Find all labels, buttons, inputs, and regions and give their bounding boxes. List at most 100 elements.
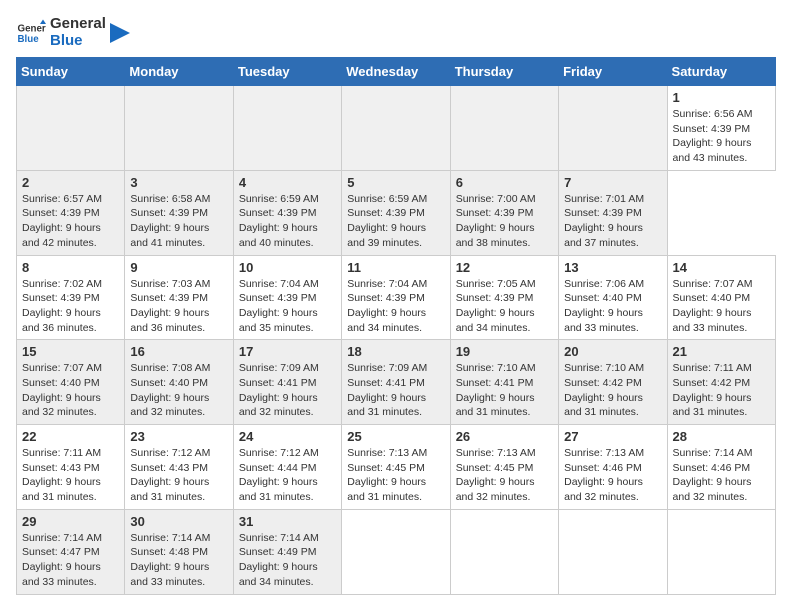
- day-info: Sunrise: 6:59 AMSunset: 4:39 PMDaylight:…: [347, 192, 444, 251]
- day-number: 24: [239, 429, 336, 444]
- day-info: Sunrise: 6:56 AMSunset: 4:39 PMDaylight:…: [673, 107, 770, 166]
- day-number: 4: [239, 175, 336, 190]
- calendar-cell: 6 Sunrise: 7:00 AMSunset: 4:39 PMDayligh…: [450, 170, 558, 255]
- day-info: Sunrise: 7:03 AMSunset: 4:39 PMDaylight:…: [130, 277, 227, 336]
- weekday-header-friday: Friday: [559, 58, 667, 86]
- calendar-cell: 21 Sunrise: 7:11 AMSunset: 4:42 PMDaylig…: [667, 340, 775, 425]
- calendar-cell: 17 Sunrise: 7:09 AMSunset: 4:41 PMDaylig…: [233, 340, 341, 425]
- day-number: 21: [673, 344, 770, 359]
- day-number: 26: [456, 429, 553, 444]
- calendar-cell: [450, 509, 558, 594]
- calendar-week-row: 29 Sunrise: 7:14 AMSunset: 4:47 PMDaylig…: [17, 509, 776, 594]
- calendar-cell: 20 Sunrise: 7:10 AMSunset: 4:42 PMDaylig…: [559, 340, 667, 425]
- day-number: 29: [22, 514, 119, 529]
- day-info: Sunrise: 6:59 AMSunset: 4:39 PMDaylight:…: [239, 192, 336, 251]
- calendar-cell: [667, 509, 775, 594]
- calendar-week-row: 2 Sunrise: 6:57 AMSunset: 4:39 PMDayligh…: [17, 170, 776, 255]
- calendar-cell: 2 Sunrise: 6:57 AMSunset: 4:39 PMDayligh…: [17, 170, 125, 255]
- day-number: 19: [456, 344, 553, 359]
- day-number: 17: [239, 344, 336, 359]
- day-number: 9: [130, 260, 227, 275]
- calendar-cell: 24 Sunrise: 7:12 AMSunset: 4:44 PMDaylig…: [233, 425, 341, 510]
- calendar-cell: 14 Sunrise: 7:07 AMSunset: 4:40 PMDaylig…: [667, 255, 775, 340]
- calendar-header: SundayMondayTuesdayWednesdayThursdayFrid…: [17, 58, 776, 86]
- weekday-header-sunday: Sunday: [17, 58, 125, 86]
- svg-text:Blue: Blue: [18, 34, 40, 45]
- logo: General Blue General Blue: [16, 16, 130, 49]
- calendar-cell: 22 Sunrise: 7:11 AMSunset: 4:43 PMDaylig…: [17, 425, 125, 510]
- day-number: 31: [239, 514, 336, 529]
- weekday-header-wednesday: Wednesday: [342, 58, 450, 86]
- day-info: Sunrise: 7:01 AMSunset: 4:39 PMDaylight:…: [564, 192, 661, 251]
- calendar-cell: 30 Sunrise: 7:14 AMSunset: 4:48 PMDaylig…: [125, 509, 233, 594]
- day-number: 13: [564, 260, 661, 275]
- day-number: 23: [130, 429, 227, 444]
- day-info: Sunrise: 7:14 AMSunset: 4:48 PMDaylight:…: [130, 531, 227, 590]
- weekday-header-thursday: Thursday: [450, 58, 558, 86]
- day-info: Sunrise: 7:07 AMSunset: 4:40 PMDaylight:…: [22, 361, 119, 420]
- day-info: Sunrise: 7:08 AMSunset: 4:40 PMDaylight:…: [130, 361, 227, 420]
- day-number: 16: [130, 344, 227, 359]
- calendar-cell: 26 Sunrise: 7:13 AMSunset: 4:45 PMDaylig…: [450, 425, 558, 510]
- day-number: 10: [239, 260, 336, 275]
- day-number: 30: [130, 514, 227, 529]
- day-info: Sunrise: 7:09 AMSunset: 4:41 PMDaylight:…: [239, 361, 336, 420]
- calendar-cell: 3 Sunrise: 6:58 AMSunset: 4:39 PMDayligh…: [125, 170, 233, 255]
- calendar-cell: 11 Sunrise: 7:04 AMSunset: 4:39 PMDaylig…: [342, 255, 450, 340]
- day-info: Sunrise: 7:10 AMSunset: 4:42 PMDaylight:…: [564, 361, 661, 420]
- day-number: 15: [22, 344, 119, 359]
- day-info: Sunrise: 7:11 AMSunset: 4:42 PMDaylight:…: [673, 361, 770, 420]
- day-number: 6: [456, 175, 553, 190]
- calendar-cell: 10 Sunrise: 7:04 AMSunset: 4:39 PMDaylig…: [233, 255, 341, 340]
- day-info: Sunrise: 7:14 AMSunset: 4:47 PMDaylight:…: [22, 531, 119, 590]
- calendar-cell: 15 Sunrise: 7:07 AMSunset: 4:40 PMDaylig…: [17, 340, 125, 425]
- day-number: 11: [347, 260, 444, 275]
- day-info: Sunrise: 7:04 AMSunset: 4:39 PMDaylight:…: [347, 277, 444, 336]
- calendar-cell: 13 Sunrise: 7:06 AMSunset: 4:40 PMDaylig…: [559, 255, 667, 340]
- day-number: 28: [673, 429, 770, 444]
- svg-text:General: General: [18, 23, 47, 34]
- day-number: 5: [347, 175, 444, 190]
- calendar-week-row: 22 Sunrise: 7:11 AMSunset: 4:43 PMDaylig…: [17, 425, 776, 510]
- calendar-week-row: 8 Sunrise: 7:02 AMSunset: 4:39 PMDayligh…: [17, 255, 776, 340]
- day-info: Sunrise: 7:04 AMSunset: 4:39 PMDaylight:…: [239, 277, 336, 336]
- day-info: Sunrise: 7:12 AMSunset: 4:43 PMDaylight:…: [130, 446, 227, 505]
- logo-arrow-icon: [110, 23, 130, 43]
- day-number: 12: [456, 260, 553, 275]
- calendar-cell: 27 Sunrise: 7:13 AMSunset: 4:46 PMDaylig…: [559, 425, 667, 510]
- day-number: 8: [22, 260, 119, 275]
- logo-blue-text: Blue: [50, 33, 106, 50]
- calendar-cell: [450, 86, 558, 171]
- calendar-cell: [559, 509, 667, 594]
- weekday-header-tuesday: Tuesday: [233, 58, 341, 86]
- calendar-cell: 4 Sunrise: 6:59 AMSunset: 4:39 PMDayligh…: [233, 170, 341, 255]
- calendar-cell: 19 Sunrise: 7:10 AMSunset: 4:41 PMDaylig…: [450, 340, 558, 425]
- day-number: 2: [22, 175, 119, 190]
- day-number: 22: [22, 429, 119, 444]
- page-header: General Blue General Blue: [16, 16, 776, 49]
- logo-icon: General Blue: [16, 18, 46, 48]
- calendar-cell: [125, 86, 233, 171]
- calendar-cell: 18 Sunrise: 7:09 AMSunset: 4:41 PMDaylig…: [342, 340, 450, 425]
- day-info: Sunrise: 7:11 AMSunset: 4:43 PMDaylight:…: [22, 446, 119, 505]
- day-info: Sunrise: 6:58 AMSunset: 4:39 PMDaylight:…: [130, 192, 227, 251]
- weekday-header-row: SundayMondayTuesdayWednesdayThursdayFrid…: [17, 58, 776, 86]
- day-number: 20: [564, 344, 661, 359]
- calendar-week-row: 1 Sunrise: 6:56 AMSunset: 4:39 PMDayligh…: [17, 86, 776, 171]
- day-number: 7: [564, 175, 661, 190]
- day-number: 3: [130, 175, 227, 190]
- day-info: Sunrise: 7:07 AMSunset: 4:40 PMDaylight:…: [673, 277, 770, 336]
- day-number: 25: [347, 429, 444, 444]
- calendar-cell: 5 Sunrise: 6:59 AMSunset: 4:39 PMDayligh…: [342, 170, 450, 255]
- calendar-cell: 16 Sunrise: 7:08 AMSunset: 4:40 PMDaylig…: [125, 340, 233, 425]
- day-number: 27: [564, 429, 661, 444]
- day-info: Sunrise: 7:13 AMSunset: 4:45 PMDaylight:…: [347, 446, 444, 505]
- weekday-header-monday: Monday: [125, 58, 233, 86]
- day-info: Sunrise: 7:14 AMSunset: 4:46 PMDaylight:…: [673, 446, 770, 505]
- calendar-cell: [342, 509, 450, 594]
- calendar-body: 1 Sunrise: 6:56 AMSunset: 4:39 PMDayligh…: [17, 86, 776, 595]
- calendar-cell: [559, 86, 667, 171]
- calendar-cell: [233, 86, 341, 171]
- day-info: Sunrise: 7:12 AMSunset: 4:44 PMDaylight:…: [239, 446, 336, 505]
- day-info: Sunrise: 7:14 AMSunset: 4:49 PMDaylight:…: [239, 531, 336, 590]
